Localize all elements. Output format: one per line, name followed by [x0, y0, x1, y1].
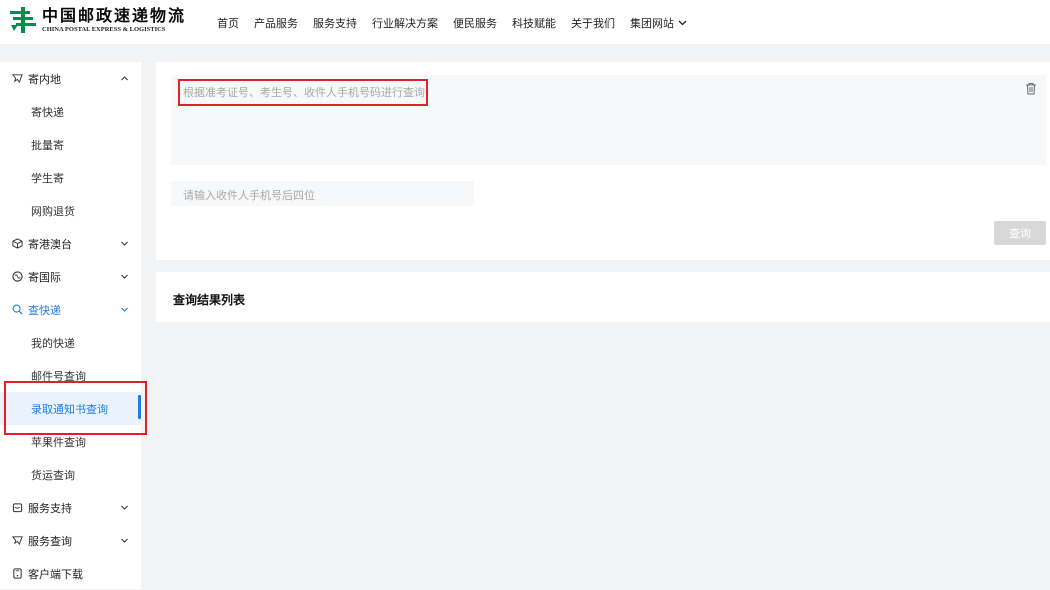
nav-item-service-support[interactable]: 服务支持 [313, 15, 357, 31]
top-header: 中国邮政速递物流 CHINA POSTAL EXPRESS & LOGISTIC… [0, 0, 1050, 44]
sidebar-group-service-query[interactable]: 服务查询 [0, 524, 141, 557]
query-textarea[interactable]: 根据准考证号、考生号、收件人手机号码进行查询 [171, 75, 1046, 165]
sidebar-item-bulk-send[interactable]: 批量寄 [0, 128, 141, 161]
sidebar-item-student-send[interactable]: 学生寄 [0, 161, 141, 194]
nav-item-convenience[interactable]: 便民服务 [453, 15, 497, 31]
sidebar-group-international[interactable]: 寄国际 [0, 260, 141, 293]
sidebar-group-label: 服务支持 [28, 502, 72, 515]
brand-name-en: CHINA POSTAL EXPRESS & LOGISTICS [42, 25, 166, 33]
nav-item-group-site[interactable]: 集团网站 [630, 15, 687, 31]
send-icon [12, 74, 23, 84]
service-icon [12, 503, 23, 513]
phone-input-placeholder: 请输入收件人手机号后四位 [183, 189, 315, 202]
sidebar-item-label: 苹果件查询 [31, 436, 86, 449]
sidebar-item-apple-query[interactable]: 苹果件查询 [0, 425, 141, 458]
trash-icon[interactable] [1025, 82, 1037, 95]
results-panel: 查询结果列表 [156, 272, 1050, 322]
nav-item-technology[interactable]: 科技赋能 [512, 15, 556, 31]
sidebar-group-track-express[interactable]: 查快递 [0, 293, 141, 326]
chevron-down-icon [121, 241, 128, 246]
phone-icon [13, 568, 22, 579]
sidebar-item-label: 寄快递 [31, 106, 64, 119]
query-button[interactable]: 查询 [994, 221, 1046, 245]
box-icon [12, 238, 23, 249]
send-icon [12, 536, 23, 546]
results-title: 查询结果列表 [173, 293, 246, 307]
nav-item-industry-solutions[interactable]: 行业解决方案 [372, 15, 438, 31]
sidebar-group-inland[interactable]: 寄内地 [0, 62, 141, 95]
sidebar-group-label: 客户端下载 [28, 568, 83, 581]
sidebar-group-hk-macau-tw[interactable]: 寄港澳台 [0, 227, 141, 260]
sidebar-group-label: 寄港澳台 [28, 238, 72, 251]
sidebar-item-label: 邮件号查询 [31, 370, 86, 383]
nav-item-products[interactable]: 产品服务 [254, 15, 298, 31]
chevron-down-icon [121, 307, 128, 312]
chevron-up-icon [121, 76, 128, 81]
nav-item-about-us[interactable]: 关于我们 [571, 15, 615, 31]
nav-item-home[interactable]: 首页 [217, 15, 239, 31]
brand-logo[interactable]: 中国邮政速递物流 CHINA POSTAL EXPRESS & LOGISTIC… [8, 5, 186, 35]
sidebar-item-freight-query[interactable]: 货运查询 [0, 458, 141, 491]
sidebar-item-label: 学生寄 [31, 172, 64, 185]
phone-last-four-input[interactable]: 请输入收件人手机号后四位 [171, 181, 474, 206]
sidebar-item-label: 我的快递 [31, 337, 75, 350]
brand-name-cn: 中国邮政速递物流 [42, 5, 187, 25]
sidebar-item-label: 货运查询 [31, 469, 75, 482]
sidebar-item-my-express[interactable]: 我的快递 [0, 326, 141, 359]
sidebar-group-service-support[interactable]: 服务支持 [0, 491, 141, 524]
sidebar-item-send-express[interactable]: 寄快递 [0, 95, 141, 128]
sidebar-item-label: 网购退货 [31, 205, 75, 218]
sidebar-group-label: 服务查询 [28, 535, 72, 548]
sidebar-group-label: 寄国际 [28, 271, 61, 284]
chevron-down-icon [678, 20, 687, 26]
sidebar-group-label: 查快递 [28, 304, 61, 317]
sidebar-item-admission-letter-query[interactable]: 录取通知书查询 [0, 392, 141, 425]
sidebar: 寄内地 寄快递 批量寄 学生寄 网购退货 寄港澳台 寄国际 查快递 我的快递 邮… [0, 62, 141, 589]
chevron-down-icon [121, 274, 128, 279]
chevron-down-icon [121, 505, 128, 510]
sidebar-item-label: 批量寄 [31, 139, 64, 152]
nav-item-group-site-label: 集团网站 [630, 17, 674, 30]
main-nav: 首页 产品服务 服务支持 行业解决方案 便民服务 科技赋能 关于我们 集团网站 [217, 15, 702, 31]
sidebar-item-tracking-number-query[interactable]: 邮件号查询 [0, 359, 141, 392]
sidebar-group-client-download[interactable]: 客户端下载 [0, 557, 141, 590]
query-panel: 根据准考证号、考生号、收件人手机号码进行查询 请输入收件人手机号后四位 查询 [156, 62, 1050, 260]
sidebar-item-online-return[interactable]: 网购退货 [0, 194, 141, 227]
china-post-logo-icon [10, 7, 36, 33]
sidebar-group-label: 寄内地 [28, 73, 61, 86]
globe-icon [12, 271, 23, 282]
search-icon [12, 304, 23, 315]
chevron-down-icon [121, 538, 128, 543]
sidebar-item-label: 录取通知书查询 [31, 403, 108, 416]
selected-indicator [138, 395, 141, 419]
query-textarea-placeholder: 根据准考证号、考生号、收件人手机号码进行查询 [183, 86, 425, 99]
